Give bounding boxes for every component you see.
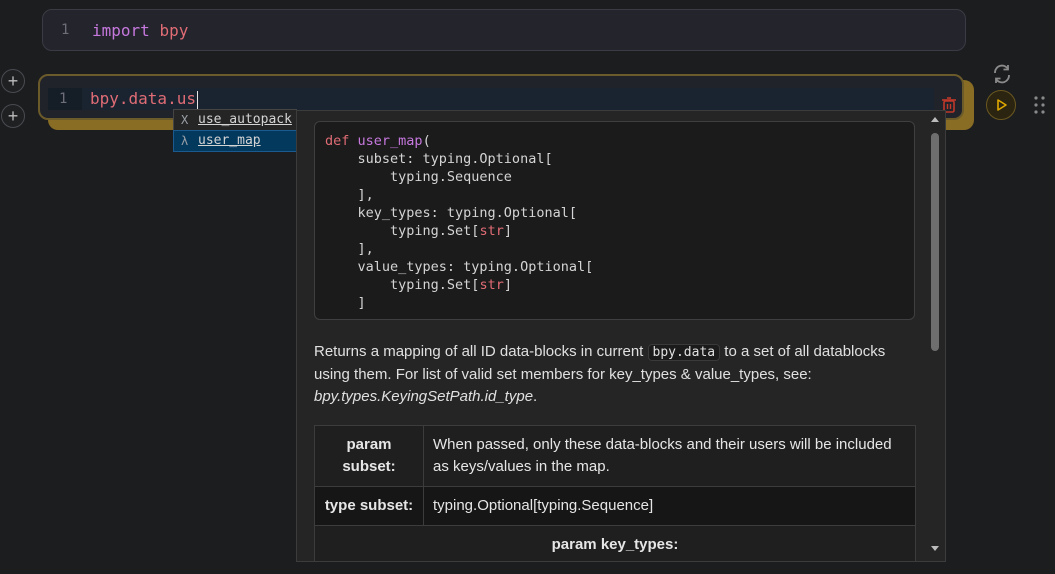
code-line[interactable]: import bpy: [92, 21, 188, 40]
table-row: param subset: When passed, only these da…: [314, 425, 916, 487]
signature-block: def user_map( subset: typing.Optional[ t…: [314, 121, 915, 320]
scroll-down-arrow-icon[interactable]: [931, 546, 939, 551]
desc-text: Returns a mapping of all ID data-blocks …: [314, 343, 648, 360]
line-number: 1: [59, 91, 68, 107]
scrollbar[interactable]: [931, 111, 943, 561]
add-cell-button[interactable]: +: [1, 69, 25, 93]
run-cell-button[interactable]: [986, 90, 1016, 120]
param-description: When passed, only these data-blocks and …: [423, 425, 916, 487]
params-table: param subset: When passed, only these da…: [314, 425, 916, 561]
autocomplete-list: X use_autopack λ user_map: [173, 109, 297, 152]
table-row: param key_types:: [314, 525, 916, 561]
suggestion-item[interactable]: X use_autopack: [174, 110, 296, 130]
inline-code: bpy.data: [647, 344, 721, 361]
signature-params: subset: typing.Optional[ typing.Sequence…: [325, 151, 594, 311]
param-header: param key_types:: [314, 525, 916, 561]
reference-link: bpy.types.KeyingSetPath.id_type: [314, 388, 534, 405]
import-keyword: import: [92, 21, 150, 40]
type-keyword: str: [479, 277, 504, 293]
suggestion-label: user_map: [198, 133, 261, 148]
add-cell-button[interactable]: +: [1, 104, 25, 128]
function-description: Returns a mapping of all ID data-blocks …: [314, 341, 914, 408]
desc-text: .: [533, 388, 538, 405]
play-icon: [997, 99, 1007, 111]
param-header: type subset:: [314, 486, 424, 526]
function-name: user_map: [357, 133, 423, 149]
def-keyword: def: [325, 133, 350, 149]
type-keyword: str: [479, 223, 504, 239]
param-type: typing.Optional[typing.Sequence]: [423, 486, 916, 526]
module-name: bpy: [159, 21, 189, 40]
code-line[interactable]: bpy.data.us: [90, 89, 198, 109]
text-cursor: [196, 90, 198, 109]
signature-code: def user_map( subset: typing.Optional[ t…: [325, 133, 594, 311]
documentation-popup[interactable]: def user_map( subset: typing.Optional[ t…: [296, 110, 946, 562]
function-kind-icon: λ: [181, 134, 189, 148]
param-header: param subset:: [314, 425, 424, 487]
scrollbar-thumb[interactable]: [931, 133, 939, 351]
suggestion-item-selected[interactable]: λ user_map: [173, 130, 297, 152]
drag-handle-icon[interactable]: [1032, 94, 1048, 116]
line-number: 1: [61, 22, 70, 38]
refresh-icon[interactable]: [990, 62, 1014, 86]
variable-kind-icon: X: [181, 113, 189, 127]
table-row: type subset: typing.Optional[typing.Sequ…: [314, 486, 916, 526]
code-cell-1[interactable]: 1 import bpy: [42, 9, 966, 51]
suggestion-label: use_autopack: [198, 112, 292, 127]
scroll-up-arrow-icon[interactable]: [931, 117, 939, 122]
code-text: bpy.data.us: [90, 89, 196, 108]
